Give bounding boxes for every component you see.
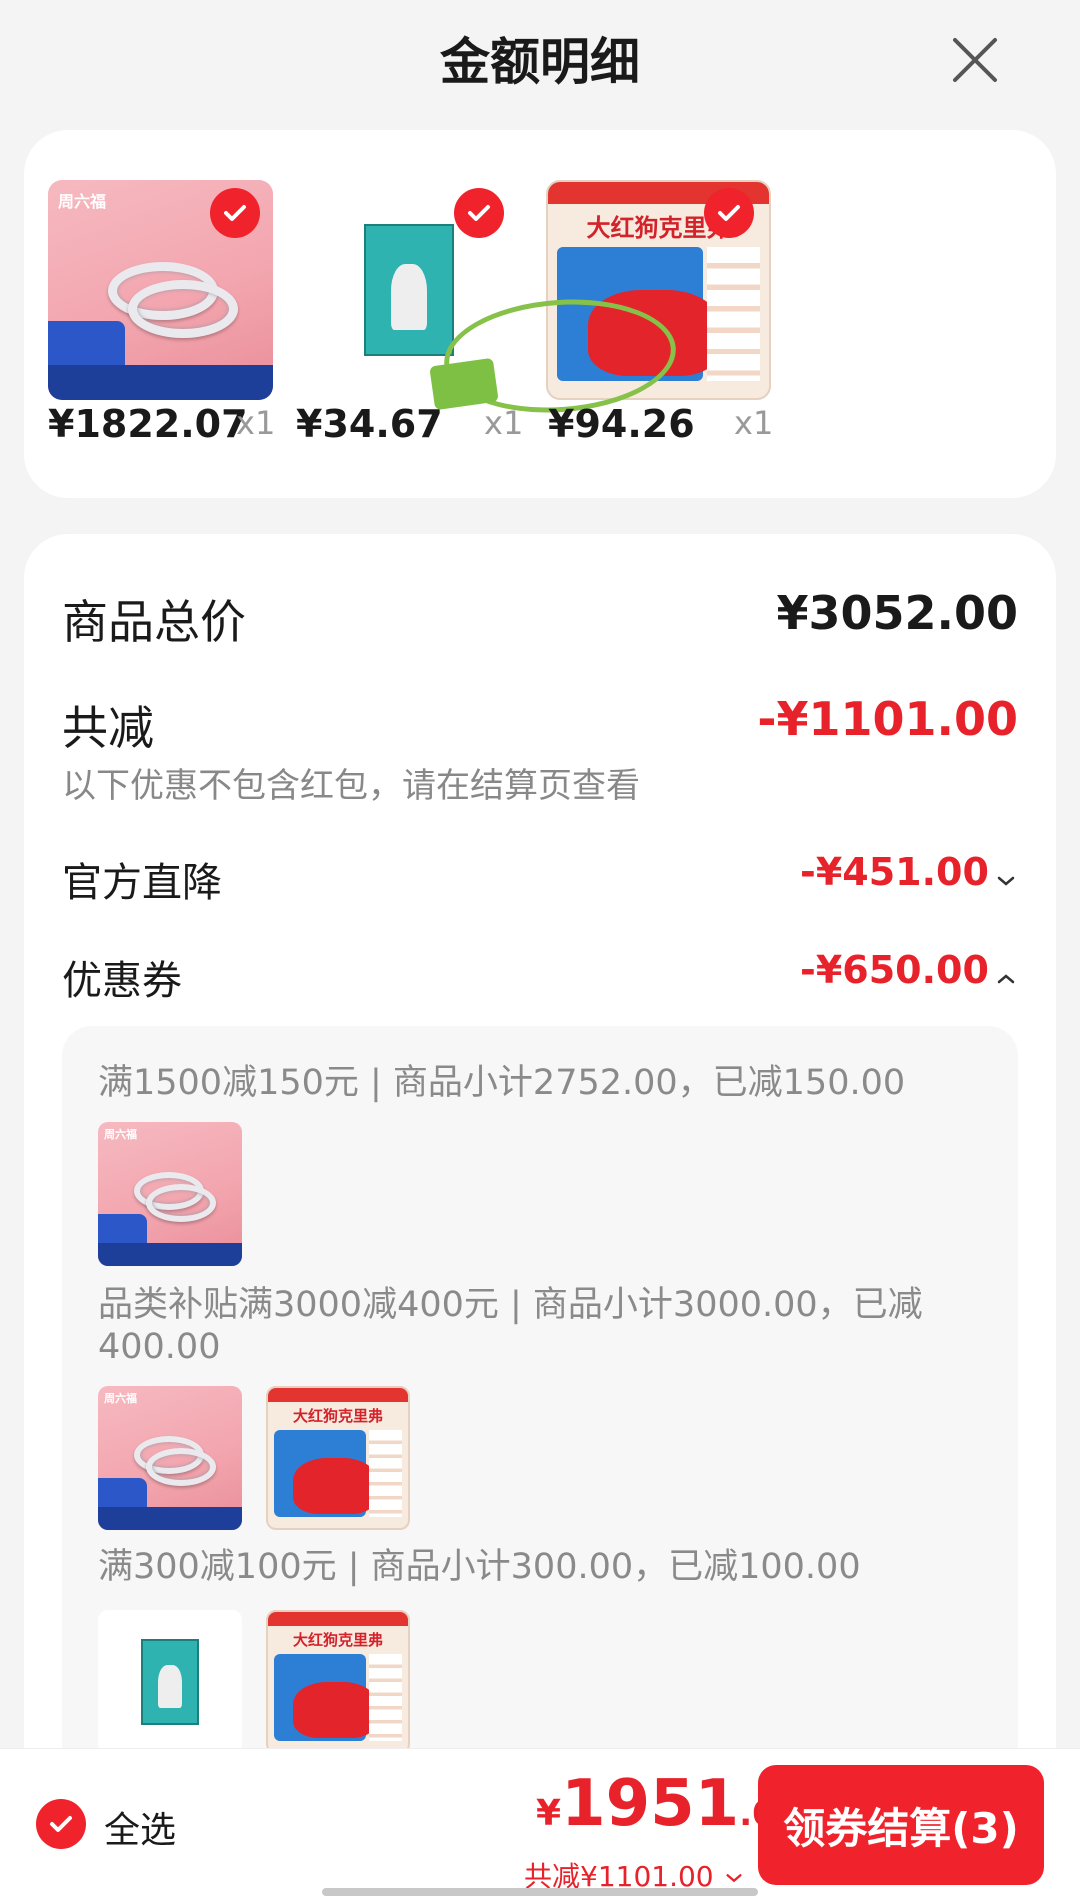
product-check-icon[interactable] <box>704 188 754 238</box>
page-title: 金额明细 <box>440 33 640 91</box>
total-value: ¥3052.00 <box>776 586 1018 640</box>
product-check-icon[interactable] <box>454 188 504 238</box>
product-strip-card: 周六福 ¥1822.07 x1 ¥34.67 x1 大红狗克里弗 ¥94.26 … <box>24 130 1056 498</box>
book-badge-icon <box>429 357 499 411</box>
product-price: ¥1822.07 <box>48 402 248 446</box>
coupon-item-rings[interactable]: 周六福 <box>98 1386 242 1530</box>
coupon-item-clifford[interactable]: 大红狗克里弗 <box>266 1386 410 1530</box>
total-integer: 1951 <box>561 1767 740 1841</box>
coupon-text: 满1500减150元 | 商品小计2752.00，已减150.00 <box>98 1063 906 1103</box>
product-price: ¥34.67 <box>296 402 443 446</box>
close-icon[interactable] <box>945 30 1005 90</box>
chevron-up-icon[interactable] <box>994 967 1018 991</box>
home-indicator[interactable] <box>322 1888 758 1896</box>
coupon-item-rings[interactable]: 周六福 <box>98 1122 242 1266</box>
discount-row: 共减 -¥1101.00 <box>62 692 1018 755</box>
select-all-check-icon[interactable] <box>36 1799 86 1849</box>
checkout-bar: 全选 ¥1951.00 共减¥1101.00 领券结算(3) <box>0 1748 1080 1901</box>
official-label: 官方直降 <box>62 860 222 906</box>
header: 金额明细 <box>0 0 1080 120</box>
total-row: 商品总价 ¥3052.00 <box>62 586 1018 649</box>
discount-note: 以下优惠不包含红包，请在结算页查看 <box>62 766 640 806</box>
price-detail-card: 商品总价 ¥3052.00 共减 -¥1101.00 以下优惠不包含红包，请在结… <box>24 534 1056 1901</box>
official-discount-row[interactable]: 官方直降 -¥451.00 <box>62 850 1018 906</box>
brand-logo: 周六福 <box>58 192 107 211</box>
coupon-item-clifford[interactable]: 大红狗克里弗 <box>266 1610 410 1754</box>
chevron-down-icon[interactable] <box>994 869 1018 893</box>
product-qty: x1 <box>236 404 276 442</box>
coupon-label: 优惠券 <box>62 958 182 1004</box>
product-price: ¥94.26 <box>548 402 695 446</box>
checkout-button[interactable]: 领券结算(3) <box>758 1765 1044 1885</box>
discount-note-row: 以下优惠不包含红包，请在结算页查看 <box>62 758 1018 806</box>
coupon-item-book[interactable] <box>98 1610 242 1754</box>
product-qty: x1 <box>734 404 774 442</box>
official-value: -¥451.00 <box>800 850 989 894</box>
coupon-row[interactable]: 优惠券 -¥650.00 <box>62 948 1018 1004</box>
coupon-value: -¥650.00 <box>800 948 989 992</box>
select-all-label[interactable]: 全选 <box>104 1801 176 1853</box>
total-label: 商品总价 <box>62 595 246 649</box>
discount-value: -¥1101.00 <box>757 692 1018 746</box>
currency-symbol: ¥ <box>536 1793 562 1834</box>
product-check-icon[interactable] <box>210 188 260 238</box>
coupon-text: 满300减100元 | 商品小计300.00，已减100.00 <box>98 1547 861 1587</box>
chevron-down-icon[interactable] <box>723 1867 745 1889</box>
coupon-text: 品类补贴满3000减400元 | 商品小计3000.00，已减400.00 <box>98 1285 923 1367</box>
discount-label: 共减 <box>62 701 154 755</box>
